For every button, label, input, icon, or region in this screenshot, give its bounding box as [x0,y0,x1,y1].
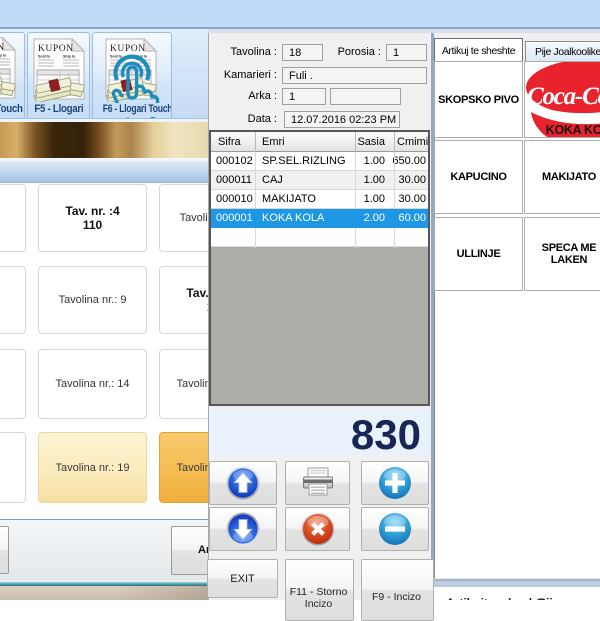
svg-text:KOKA KOLA: KOKA KOLA [546,123,600,137]
svg-text:Coca-Cola: Coca-Cola [527,83,600,110]
